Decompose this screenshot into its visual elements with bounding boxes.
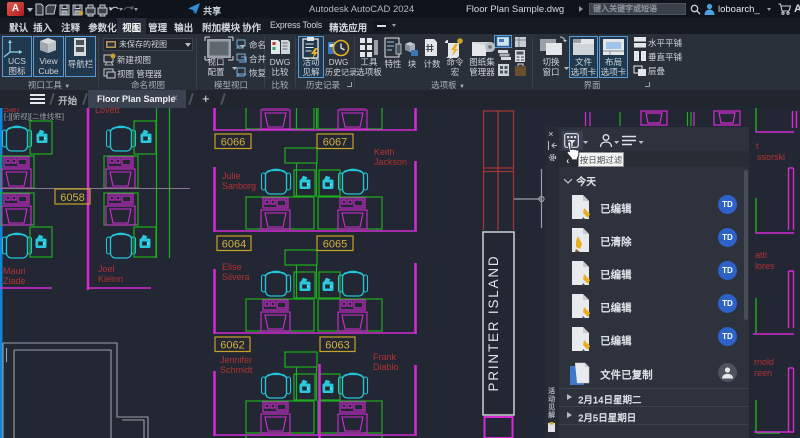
svg-text:Joel: Joel bbox=[98, 264, 115, 274]
svg-text:t: t bbox=[756, 141, 759, 151]
svg-text:6066: 6066 bbox=[221, 137, 245, 149]
svg-text:Frank: Frank bbox=[373, 352, 397, 362]
svg-text:6065: 6065 bbox=[323, 239, 347, 251]
svg-text:Jennifer: Jennifer bbox=[220, 355, 252, 365]
svg-text:6063: 6063 bbox=[325, 340, 349, 352]
svg-text:Schmidt: Schmidt bbox=[220, 365, 253, 375]
svg-text:6067: 6067 bbox=[323, 137, 347, 149]
svg-text:Mauri: Mauri bbox=[3, 266, 26, 276]
svg-text:Sanborg: Sanborg bbox=[222, 181, 256, 191]
svg-text:[-][俯视][二维线框]: [-][俯视][二维线框] bbox=[4, 111, 64, 121]
svg-text:Lovett: Lovett bbox=[95, 108, 120, 115]
svg-text:6064: 6064 bbox=[222, 239, 246, 251]
svg-text:reen: reen bbox=[754, 368, 772, 378]
svg-text:Silvera: Silvera bbox=[222, 272, 250, 282]
svg-text:Kielnn: Kielnn bbox=[98, 274, 123, 284]
svg-text:Keith: Keith bbox=[374, 147, 395, 157]
svg-text:ssorski: ssorski bbox=[757, 152, 785, 162]
svg-text:Diablo: Diablo bbox=[373, 362, 399, 372]
svg-text:6062: 6062 bbox=[220, 340, 244, 352]
svg-text:rnold: rnold bbox=[754, 357, 774, 367]
svg-text:6058: 6058 bbox=[60, 192, 84, 204]
svg-text:PRINTER ISLAND: PRINTER ISLAND bbox=[486, 255, 501, 392]
svg-text:Jackson: Jackson bbox=[374, 157, 407, 167]
svg-text:Ziade: Ziade bbox=[3, 276, 26, 286]
svg-text:Elise: Elise bbox=[222, 262, 242, 272]
svg-text:Julie: Julie bbox=[222, 171, 241, 181]
